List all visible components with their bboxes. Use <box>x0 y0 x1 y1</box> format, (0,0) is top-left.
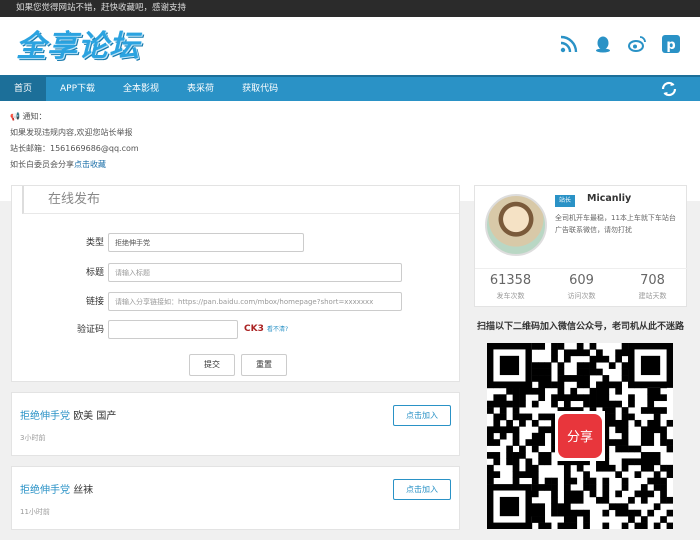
main-content: 在线发布 类型 拒绝伸手党 标题 请输入标题 链接 请输入分享链接如：https… <box>11 185 460 530</box>
profile-bio: 全司机开车最稳，11本上车就下车站台广告联系微信，请勿打扰 <box>555 214 676 234</box>
weibo-icon[interactable] <box>628 35 646 53</box>
captcha-label: 验证码 <box>76 325 104 335</box>
main-navigation: 首页 APP下载 全本影视 表采荷 获取代码 <box>0 75 700 101</box>
nav-item-app-download[interactable]: APP下载 <box>46 77 109 101</box>
admin-badge: 站长 <box>555 195 576 207</box>
sidebar: 站长 Micanliy 全司机开车最稳，11本上车就下车站台广告联系微信，请勿打… <box>474 185 688 530</box>
post-time: 11小时前 <box>20 508 50 516</box>
top-announcement-text: 如果您觉得网站不错，赶快收藏吧，感谢支持 <box>16 3 187 13</box>
qr-heading: 扫描以下二维码加入微信公众号，老司机从此不迷路 <box>476 322 684 332</box>
post-title[interactable]: 拒绝伸手党 欧美 国产 <box>20 407 116 422</box>
share-logo-text: 分享 <box>567 429 593 445</box>
join-button[interactable]: 点击加入 <box>393 405 451 426</box>
post-card[interactable]: 拒绝伸手党 欧美 国产 3小时前 点击加入 <box>11 392 460 456</box>
bookmark-link[interactable]: 点击收藏 <box>74 160 106 169</box>
stat-value: 708 <box>640 273 665 288</box>
captcha-code: CK3 <box>244 324 264 334</box>
profile-card: 站长 Micanliy 全司机开车最稳，11本上车就下车站台广告联系微信，请勿打… <box>474 185 688 307</box>
rss-icon[interactable] <box>560 35 578 53</box>
notice-line-email: 站长邮箱：1561669686@qq.com <box>10 144 139 153</box>
notice-line-report: 如果发现违规内容,欢迎您站长举报 <box>10 128 133 137</box>
notice-line-share: 如长白委员会分享 <box>10 160 74 169</box>
title-row: 标题 请输入标题 <box>12 263 461 283</box>
profile-stats: 61358 发车次数 609 访问次数 708 建站天数 <box>475 268 688 303</box>
link-input[interactable]: 请输入分享链接如：https://pan.baidu.com/mbox/home… <box>108 292 402 311</box>
post-tag[interactable]: 拒绝伸手党 <box>20 411 70 422</box>
link-label: 链接 <box>85 297 104 307</box>
avatar[interactable] <box>485 194 547 256</box>
captcha-image[interactable]: CK3 看不清? <box>244 322 306 337</box>
submit-button[interactable]: 提交 <box>189 354 235 376</box>
link-row: 链接 请输入分享链接如：https://pan.baidu.com/mbox/h… <box>12 292 461 312</box>
type-select[interactable]: 拒绝伸手党 <box>108 233 304 252</box>
captcha-input[interactable] <box>108 320 238 339</box>
top-announcement-bar: 如果您觉得网站不错，赶快收藏吧，感谢支持 <box>0 0 700 17</box>
join-button[interactable]: 点击加入 <box>393 479 451 500</box>
form-buttons: 提交 重置 <box>189 354 287 376</box>
publish-form: 在线发布 类型 拒绝伸手党 标题 请输入标题 链接 请输入分享链接如：https… <box>11 185 460 382</box>
site-header: 全享论坛 p <box>0 17 700 75</box>
nav-item-3[interactable]: 表采荷 <box>173 77 228 101</box>
refresh-icon[interactable] <box>660 80 678 102</box>
svg-text:p: p <box>666 38 675 53</box>
post-name[interactable]: 丝袜 <box>73 485 93 496</box>
post-time: 3小时前 <box>20 434 46 442</box>
profile-name[interactable]: Micanliy <box>587 193 631 204</box>
stat-value: 61358 <box>489 273 532 288</box>
post-tag[interactable]: 拒绝伸手党 <box>20 485 70 496</box>
type-label: 类型 <box>85 238 104 248</box>
stat-days: 708 建站天数 <box>617 273 688 303</box>
stat-value: 609 <box>569 273 594 288</box>
pinterest-icon[interactable]: p <box>662 35 680 53</box>
post-card[interactable]: 拒绝伸手党 丝袜 11小时前 点击加入 <box>11 466 460 530</box>
type-row: 类型 拒绝伸手党 <box>12 233 461 253</box>
stat-label: 访问次数 <box>567 292 596 300</box>
nav-item-get-code[interactable]: 获取代码 <box>228 77 292 101</box>
site-logo[interactable]: 全享论坛 <box>16 27 140 67</box>
post-name[interactable]: 欧美 国产 <box>73 411 116 422</box>
stat-label: 发车次数 <box>496 292 525 300</box>
stat-visits: 609 访问次数 <box>546 273 617 303</box>
form-title: 在线发布 <box>22 186 459 214</box>
stat-posts: 61358 发车次数 <box>475 273 546 303</box>
megaphone-icon: 📢 <box>10 112 23 121</box>
captcha-row: 验证码 CK3 看不清? <box>12 320 461 340</box>
nav-item-home[interactable]: 首页 <box>0 77 47 101</box>
notice-heading: 通知： <box>22 112 47 121</box>
stat-label: 建站天数 <box>638 292 667 300</box>
nav-item-movies[interactable]: 全本影视 <box>109 77 173 101</box>
post-title[interactable]: 拒绝伸手党 丝袜 <box>20 481 93 496</box>
captcha-refresh-link[interactable]: 看不清? <box>267 326 288 333</box>
qq-icon[interactable] <box>594 35 612 53</box>
reset-button[interactable]: 重置 <box>241 354 287 376</box>
title-label: 标题 <box>85 268 104 278</box>
wechat-qr-code: 分享 <box>487 343 674 530</box>
social-links: p <box>560 35 680 53</box>
title-input[interactable]: 请输入标题 <box>108 263 402 282</box>
